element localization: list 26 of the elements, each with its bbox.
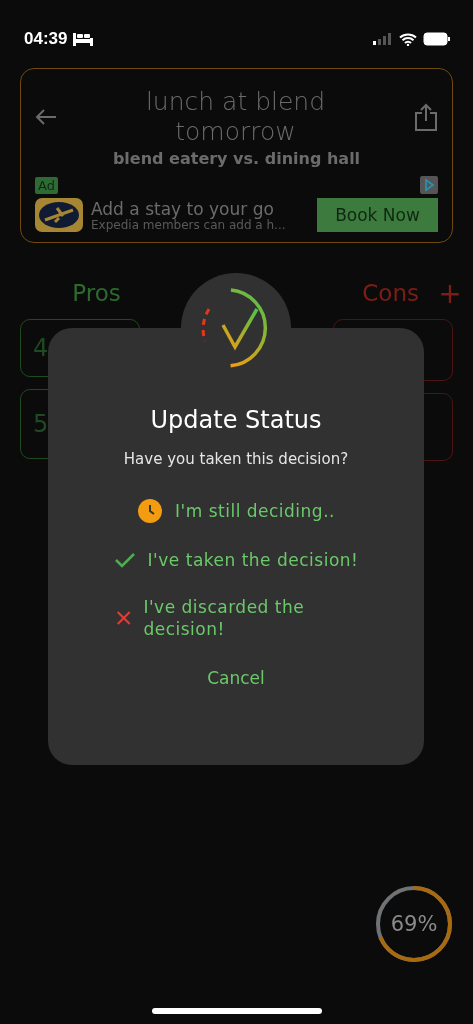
ad-label: Ad [35, 176, 58, 194]
dialog-message: Have you taken this decision? [123, 450, 349, 468]
cross-icon [116, 609, 132, 628]
battery-icon [423, 32, 451, 46]
bed-icon [73, 32, 94, 46]
status-option[interactable]: I've discarded the decision! [116, 588, 356, 649]
ad-description: Expedia members can add a h... [91, 219, 287, 231]
cons-heading: Cons [361, 280, 420, 306]
decision-subtitle: blend eatery vs. dining hall [111, 149, 362, 168]
status-option[interactable]: I'm still deciding.. [137, 490, 335, 532]
signal-icon [373, 33, 393, 45]
progress-percentage: 69% [390, 912, 438, 936]
adchoices-icon[interactable] [420, 176, 438, 194]
back-arrow-icon[interactable] [35, 108, 57, 126]
dialog-title: Update Status [150, 406, 322, 434]
clock-time: 04:39 [24, 29, 68, 49]
status-option[interactable]: I've taken the decision! [113, 542, 359, 578]
pros-heading: Pros [71, 280, 122, 306]
clock-icon [137, 498, 163, 524]
cancel-button[interactable]: Cancel [199, 664, 273, 693]
share-icon[interactable] [414, 103, 438, 131]
wifi-icon [399, 32, 417, 46]
check-icon [113, 551, 136, 569]
decision-title: lunch at blend tomorrow [144, 87, 327, 147]
ad-headline: Add a stay to your go [91, 199, 274, 219]
airplane-logo-icon [35, 198, 83, 232]
